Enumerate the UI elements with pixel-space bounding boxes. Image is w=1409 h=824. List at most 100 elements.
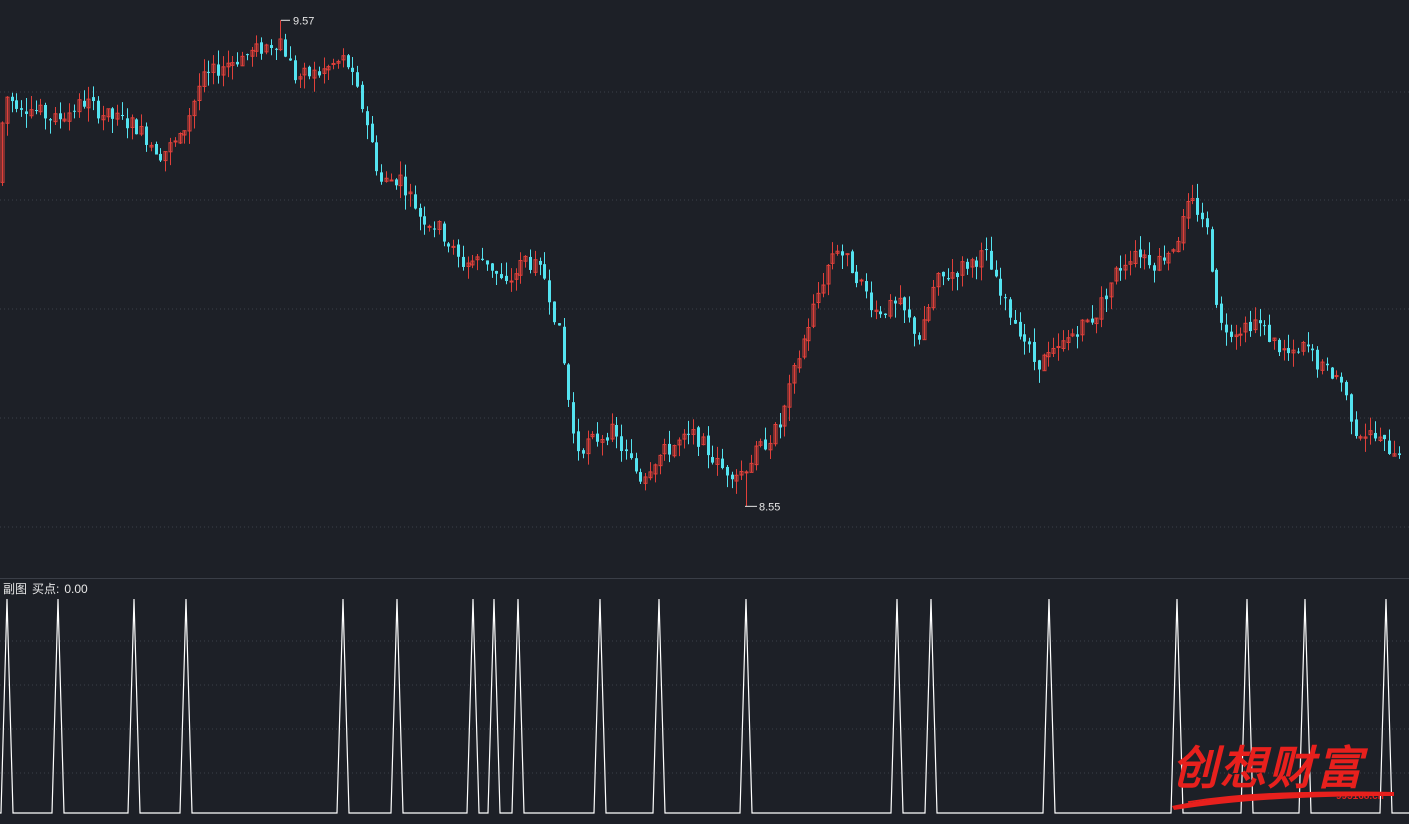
candle: [648, 462, 653, 481]
candle: [966, 258, 969, 275]
candle-body: [707, 435, 710, 456]
candle: [1019, 312, 1022, 340]
candle-body: [639, 472, 642, 482]
candle-body: [1355, 419, 1358, 436]
candle-body: [851, 251, 854, 274]
candle-body: [779, 424, 782, 428]
candle: [1186, 193, 1191, 229]
candle-body: [427, 225, 432, 228]
candle: [635, 452, 638, 474]
candle: [874, 300, 879, 320]
candle: [73, 104, 76, 119]
candle: [643, 473, 648, 491]
candle: [563, 318, 566, 366]
candle-body: [236, 61, 239, 65]
candle-body: [563, 326, 566, 364]
candle: [92, 86, 95, 111]
candle-body: [1004, 297, 1007, 299]
candle: [851, 249, 854, 274]
candle: [572, 392, 575, 444]
candle: [331, 58, 336, 70]
main-candlestick-chart[interactable]: 9.57 8.55: [0, 0, 1409, 578]
candle: [126, 108, 129, 139]
candle: [975, 256, 978, 280]
high-price-label: 9.57: [293, 15, 314, 27]
candle: [130, 114, 135, 140]
candle-body: [995, 269, 998, 277]
candle: [682, 429, 687, 449]
candle: [942, 271, 945, 286]
candle: [149, 142, 154, 152]
candle: [792, 362, 797, 394]
candle-body: [1249, 321, 1252, 332]
candle: [995, 260, 998, 278]
candle: [721, 448, 724, 470]
candle: [1080, 319, 1085, 342]
candle: [764, 427, 767, 451]
candle: [380, 164, 383, 185]
buy-signal-subchart[interactable]: [0, 579, 1409, 824]
candle: [470, 255, 475, 269]
candle-body: [731, 474, 734, 480]
candle: [1297, 347, 1300, 354]
candle: [707, 426, 710, 469]
candle: [1139, 236, 1142, 269]
candle: [1383, 434, 1386, 452]
candle-body: [294, 60, 297, 81]
candle: [505, 262, 508, 285]
candle: [744, 470, 749, 507]
candle-body: [331, 62, 336, 65]
candle: [264, 43, 269, 55]
candle: [509, 268, 514, 292]
candle: [25, 97, 28, 128]
candle-body: [865, 281, 868, 292]
candle: [326, 64, 331, 80]
candle: [395, 178, 398, 190]
candle: [596, 422, 599, 447]
candle: [1350, 393, 1353, 435]
candle: [211, 55, 216, 85]
candle: [1363, 423, 1368, 452]
candle-body: [481, 258, 484, 260]
candle-body: [548, 280, 551, 303]
candle: [884, 313, 887, 319]
candle: [366, 106, 369, 140]
candle-body: [1297, 351, 1300, 353]
main-chart-grid: [0, 91, 1409, 528]
candle: [606, 432, 609, 446]
candle: [687, 420, 690, 445]
candle-body: [1350, 394, 1353, 422]
candle: [1157, 248, 1162, 272]
candle: [691, 419, 696, 445]
candle: [922, 306, 927, 341]
candle: [1278, 338, 1281, 357]
candle: [1259, 309, 1262, 337]
candle: [284, 33, 287, 58]
candle: [1358, 434, 1363, 441]
candle: [20, 100, 23, 117]
candle: [879, 306, 882, 318]
candle-body: [1331, 367, 1334, 379]
high-price-marker: 9.57: [281, 15, 314, 27]
candle: [620, 424, 623, 462]
candle-body: [1287, 347, 1290, 354]
candle-body: [975, 260, 978, 267]
candle: [135, 118, 138, 135]
candle-body: [558, 323, 561, 326]
candle: [1316, 346, 1319, 378]
candle: [433, 221, 436, 238]
candle-body: [1038, 360, 1041, 370]
candle: [1196, 183, 1199, 222]
candle-body: [395, 179, 398, 186]
candle: [1287, 334, 1290, 361]
candle: [202, 59, 207, 93]
candle-body: [1316, 349, 1319, 370]
candle-body: [596, 433, 599, 442]
candle: [1114, 266, 1119, 285]
candle: [610, 413, 615, 442]
candle: [543, 252, 546, 280]
candle: [155, 141, 158, 155]
candle: [990, 236, 993, 270]
candle-body: [347, 55, 350, 68]
candle: [979, 242, 984, 281]
